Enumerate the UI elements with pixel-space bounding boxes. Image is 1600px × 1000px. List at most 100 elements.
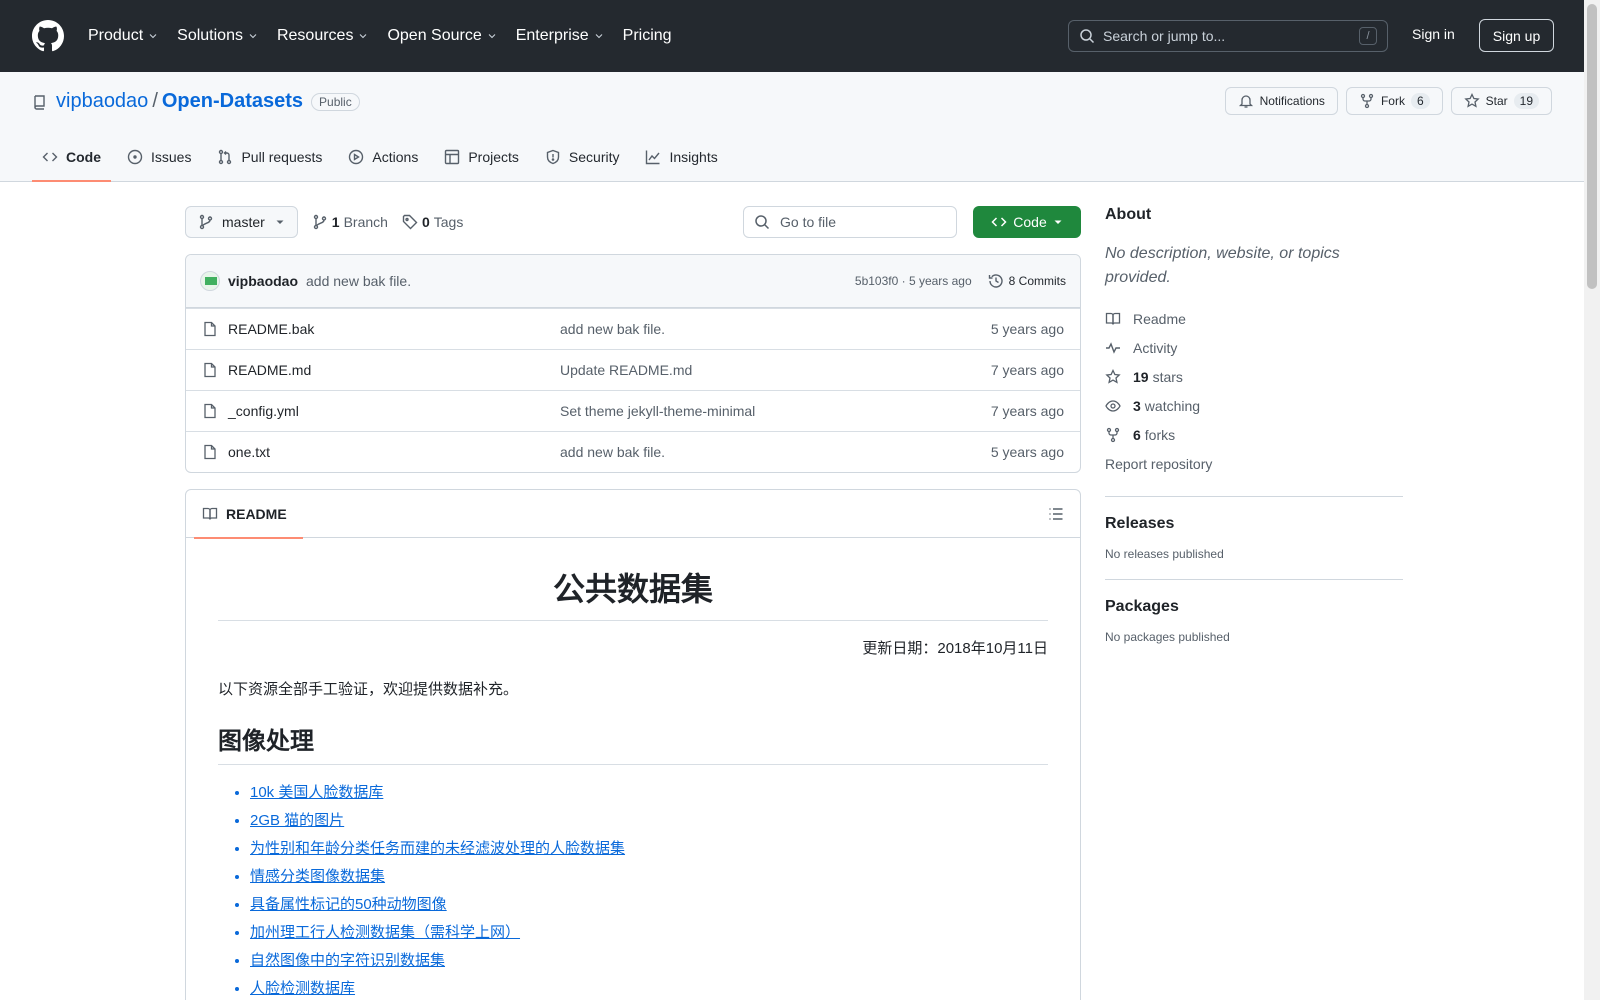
dataset-link[interactable]: 为性别和年龄分类任务而建的未经滤波处理的人脸数据集 [250,835,1048,863]
nav-solutions-label: Solutions [177,27,243,44]
file-commit-time: 5 years ago [990,321,1064,337]
table-icon [445,149,460,165]
scrollbar-thumb[interactable] [1587,4,1597,289]
packages-heading[interactable]: Packages [1105,598,1403,616]
tab-actions[interactable]: Actions [338,133,428,181]
go-to-file-input[interactable]: Go to file [743,206,957,238]
nav-pricing[interactable]: Pricing [623,27,680,45]
github-logo-icon[interactable] [32,20,64,52]
dataset-link[interactable]: 人脸检测数据库 [250,975,1048,1000]
commit-meta[interactable]: 5b103f0 · 5 years ago [855,274,972,288]
branch-label: Branch [343,214,388,230]
file-row[interactable]: one.txt add new bak file. 5 years ago [186,431,1080,472]
dataset-link[interactable]: 情感分类图像数据集 [250,863,1048,891]
readme-tab[interactable]: README [194,490,303,539]
file-commit-message[interactable]: add new bak file. [560,444,665,460]
tab-security[interactable]: Security [535,133,630,181]
readme-link-label: Readme [1133,310,1186,327]
nav-enterprise[interactable]: Enterprise [516,27,613,45]
readme-intro: 以下资源全部手工验证，欢迎提供数据补充。 [218,681,519,698]
file-row[interactable]: README.bak add new bak file. 5 years ago [186,308,1080,349]
tab-projects-label: Projects [468,149,519,165]
file-commit-message[interactable]: add new bak file. [560,321,665,337]
activity-link-label: Activity [1133,339,1178,356]
file-icon [204,444,216,460]
nav-product[interactable]: Product [88,27,167,45]
go-to-file-placeholder: Go to file [780,214,837,230]
repo-owner-link[interactable]: vipbaodao [56,90,148,113]
activity-link[interactable]: Activity [1105,333,1403,362]
file-name-link[interactable]: README.bak [228,321,560,337]
fork-button[interactable]: Fork 6 [1345,87,1443,115]
tab-issues[interactable]: Issues [117,133,201,181]
file-name-link[interactable]: README.md [228,362,560,378]
search-placeholder: Search or jump to... [1103,28,1226,44]
tab-projects[interactable]: Projects [434,133,529,181]
latest-commit-row: vipbaodao add new bak file. 5b103f0 · 5 … [186,255,1080,308]
tab-insights-label: Insights [669,149,718,165]
star-button[interactable]: Star 19 [1450,87,1552,115]
code-button-label: Code [1013,214,1047,230]
tab-pull-requests-label: Pull requests [241,149,323,165]
sign-up-button[interactable]: Sign up [1479,19,1554,52]
nav-solutions[interactable]: Solutions [177,27,267,45]
code-icon [991,217,1007,227]
stars-link[interactable]: 19 stars [1105,362,1403,391]
commit-author-link[interactable]: vipbaodao [228,273,298,289]
file-commit-message[interactable]: Set theme jekyll-theme-minimal [560,403,755,419]
dataset-link[interactable]: 10k 美国人脸数据库 [250,779,1048,807]
forks-count: 6 [1133,426,1141,443]
tags-link[interactable]: 0 Tags [402,214,463,230]
bell-icon [1238,95,1253,108]
chevron-down-icon [595,34,603,39]
global-search-input[interactable]: Search or jump to... / [1068,20,1388,52]
watchers-link[interactable]: 3 watching [1105,391,1403,420]
commit-message-link[interactable]: add new bak file. [306,273,411,289]
code-dropdown-button[interactable]: Code [973,206,1081,238]
branch-count: 1 [331,214,340,230]
branch-select-button[interactable]: master [185,206,298,238]
readme-link[interactable]: Readme [1105,304,1403,333]
report-repository-link[interactable]: Report repository [1105,449,1403,478]
branches-link[interactable]: 1 Branch [312,214,388,230]
star-icon [1463,93,1480,108]
dataset-link[interactable]: 加州理工行人检测数据集（需科学上网） [250,919,1048,947]
file-name-link[interactable]: one.txt [228,444,560,460]
global-header: Product Solutions Resources Open Source … [0,0,1584,72]
tab-pull-requests[interactable]: Pull requests [207,133,332,181]
dataset-link[interactable]: 2GB 猫的图片 [250,807,1048,835]
dataset-link[interactable]: 具备属性标记的50种动物图像 [250,891,1048,919]
search-icon [1080,29,1095,44]
avatar[interactable] [200,271,220,291]
commits-history-link[interactable]: 8 Commits [988,273,1066,289]
nav-resources[interactable]: Resources [277,27,377,45]
file-commit-message[interactable]: Update README.md [560,362,692,378]
page-scrollbar[interactable] [1584,0,1600,1000]
readme-section-heading: 图像处理 [218,721,1048,765]
file-row[interactable]: README.md Update README.md 7 years ago [186,349,1080,390]
dataset-link[interactable]: 自然图像中的字符识别数据集 [250,947,1048,975]
repo-name-link[interactable]: Open-Datasets [162,90,303,113]
nav-open-source-label: Open Source [387,27,482,44]
repo-sidebar: About No description, website, or topics… [1105,206,1403,644]
star-count: 19 [1513,93,1539,109]
forks-link[interactable]: 6 forks [1105,420,1403,449]
tab-insights[interactable]: Insights [635,133,727,181]
tab-code[interactable]: Code [32,133,111,182]
graph-icon [646,150,661,165]
tab-code-label: Code [66,149,101,165]
branch-name: master [222,214,265,230]
notifications-button[interactable]: Notifications [1224,87,1338,115]
nav-open-source[interactable]: Open Source [387,27,505,45]
list-outline-icon[interactable] [1048,506,1064,522]
sign-in-link[interactable]: Sign in [1412,26,1455,42]
file-commit-time: 7 years ago [990,362,1064,378]
tag-label: Tags [433,214,464,230]
chevron-down-icon [149,34,157,39]
file-name-link[interactable]: _config.yml [228,403,560,419]
sidebar-divider [1105,496,1403,497]
file-row[interactable]: _config.yml Set theme jekyll-theme-minim… [186,390,1080,431]
branch-icon [199,214,213,230]
play-icon [349,149,364,165]
releases-heading[interactable]: Releases [1105,515,1403,533]
